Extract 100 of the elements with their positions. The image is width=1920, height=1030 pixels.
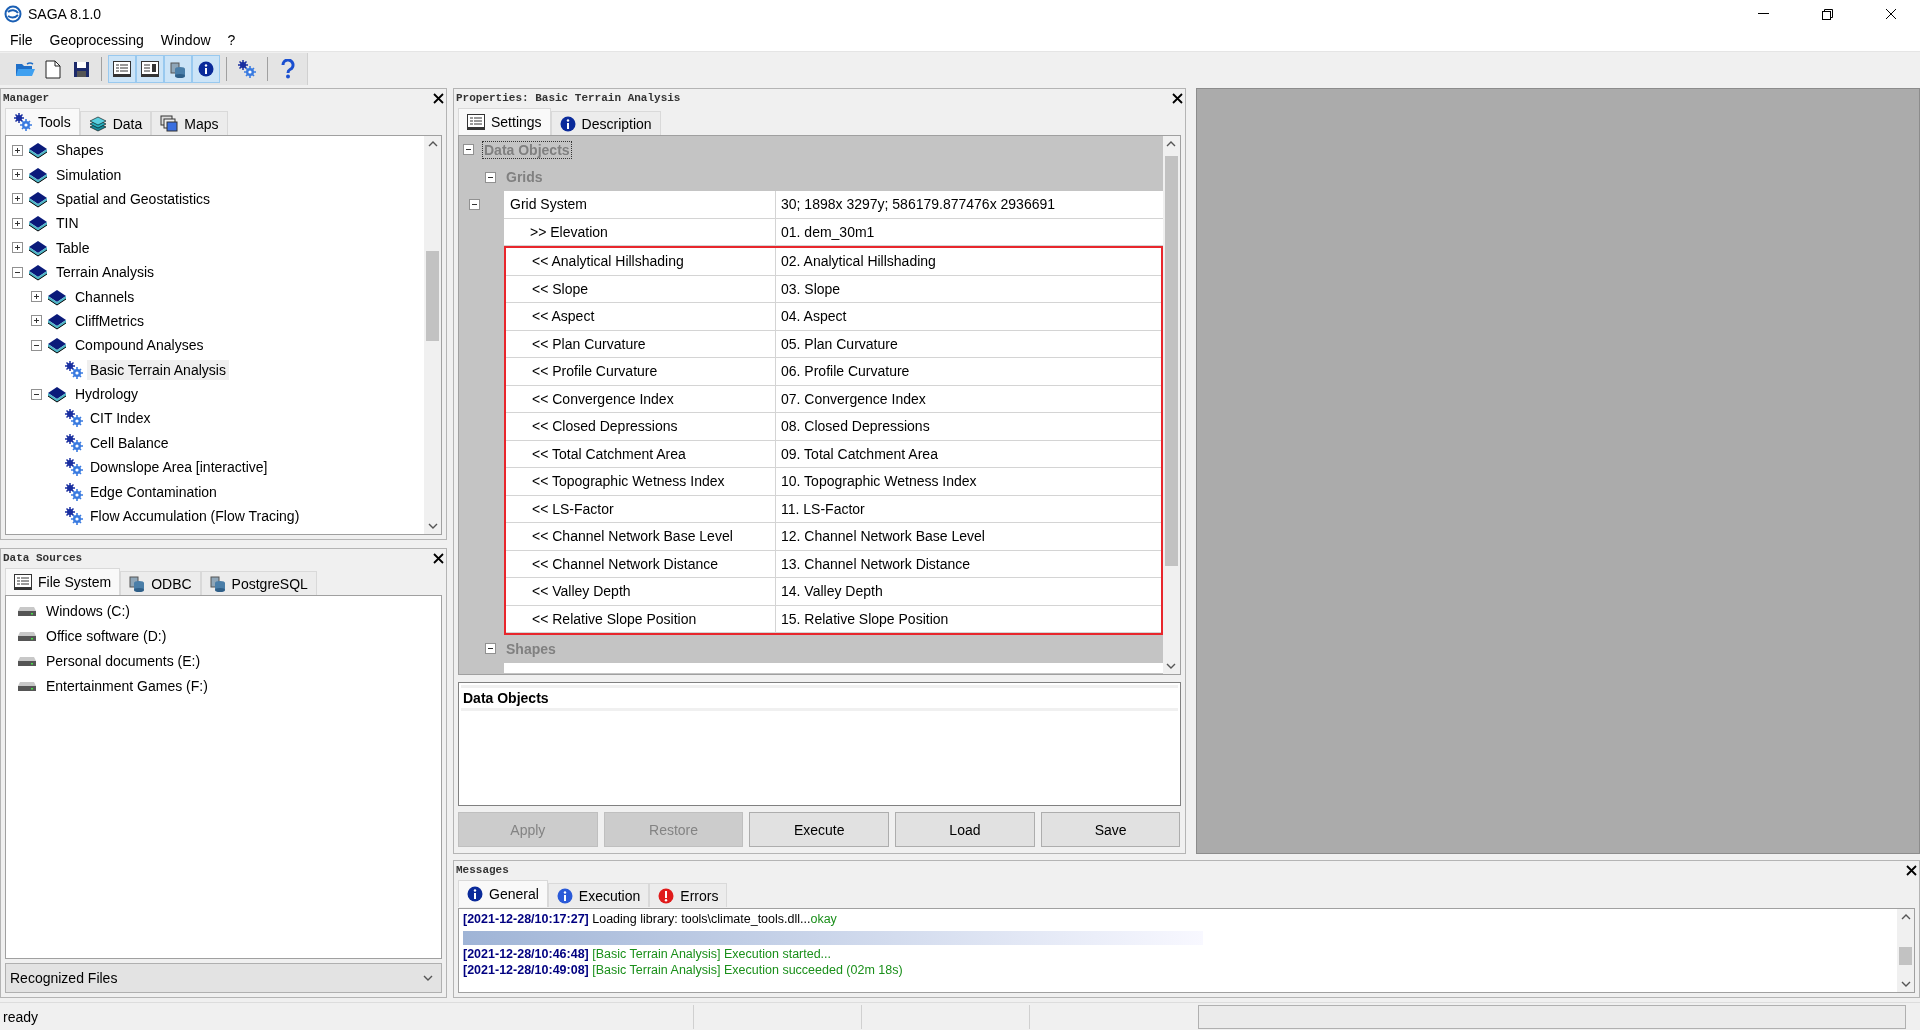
chevron-up-icon[interactable] (1900, 913, 1911, 920)
property-value[interactable]: 13. Channel Network Distance (776, 550, 1161, 578)
scroll-thumb[interactable] (1899, 947, 1912, 965)
property-value[interactable]: 01. dem_30m1 (776, 218, 1163, 246)
scrollbar[interactable] (1162, 136, 1180, 674)
tree-item[interactable]: TIN (53, 213, 82, 234)
property-value[interactable]: 04. Aspect (776, 303, 1161, 331)
tree-item[interactable]: Shapes (53, 140, 107, 161)
tab[interactable]: Description (550, 111, 661, 135)
drive-item[interactable]: Entertainment Games (F:) (46, 677, 208, 694)
close-icon[interactable] (1885, 8, 1897, 20)
tab[interactable]: File System (5, 568, 121, 595)
minus-icon[interactable] (31, 388, 42, 400)
property-value[interactable]: 12. Channel Network Base Level (776, 523, 1161, 551)
tree-item[interactable]: Basic Terrain Analysis (87, 359, 229, 380)
filter-dropdown[interactable]: Recognized Files (5, 963, 442, 993)
minimize-icon[interactable] (1757, 13, 1769, 15)
scrollbar[interactable] (1897, 909, 1914, 992)
property-value[interactable]: 14. Valley Depth (776, 578, 1161, 606)
tree-item[interactable]: Hydrology (72, 384, 142, 405)
drive-item[interactable]: Personal documents (E:) (46, 652, 201, 669)
info-icon (559, 115, 576, 132)
toolbar-button[interactable] (136, 55, 164, 83)
tab[interactable]: Settings (458, 108, 551, 135)
scroll-thumb[interactable] (426, 251, 439, 341)
tree-item[interactable]: Edge Contamination (87, 481, 220, 502)
menu-item[interactable]: ? (217, 27, 243, 52)
action-button[interactable]: Execute (749, 812, 890, 847)
chevron-up-icon[interactable] (1166, 140, 1176, 147)
tab[interactable]: Execution (547, 883, 650, 907)
tree-item[interactable]: Simulation (53, 164, 125, 185)
tree-item[interactable]: Compound Analyses (72, 335, 207, 356)
tree-item[interactable]: Flow Accumulation (Flow Tracing) (87, 506, 303, 527)
tree-item[interactable]: Table (53, 237, 93, 258)
tab[interactable]: Data (79, 111, 152, 135)
property-name: << Convergence Index (506, 385, 776, 413)
menu-item[interactable]: Window (150, 27, 218, 52)
property-value[interactable]: 30; 1898x 3297y; 586179.877476x 2936691 (776, 191, 1163, 219)
tab[interactable]: PostgreSQL (200, 571, 317, 595)
menu-item[interactable]: File (0, 27, 40, 52)
plus-icon[interactable] (12, 169, 23, 181)
property-value[interactable]: 02. Analytical Hillshading (776, 248, 1161, 276)
minus-icon[interactable] (31, 339, 42, 351)
property-value[interactable]: 09. Total Catchment Area (776, 440, 1161, 468)
plus-icon[interactable] (12, 217, 23, 229)
tab[interactable]: Maps (151, 111, 228, 135)
panel-title: Properties: Basic Terrain Analysis (456, 92, 681, 104)
close-icon[interactable] (1906, 864, 1917, 876)
tab[interactable]: Errors (649, 883, 728, 907)
book-icon (27, 165, 49, 184)
plus-icon[interactable] (31, 291, 42, 303)
tree-item[interactable]: Downslope Area [interactive] (87, 457, 271, 478)
scrollbar[interactable] (424, 136, 441, 534)
chevron-down-icon[interactable] (423, 974, 433, 982)
plus-icon[interactable] (31, 315, 42, 327)
restore-icon[interactable] (1821, 8, 1833, 20)
minus-icon[interactable] (485, 171, 496, 183)
description-title: Data Objects (461, 685, 1178, 711)
close-icon[interactable] (1171, 92, 1183, 104)
tree-item[interactable]: CIT Index (87, 408, 154, 429)
tab[interactable]: General (458, 880, 548, 907)
tree-item[interactable]: Channels (72, 286, 138, 307)
toolbar-button[interactable] (108, 55, 136, 83)
book-icon (46, 336, 68, 355)
tab[interactable]: Tools (5, 108, 80, 135)
property-value[interactable]: 11. LS-Factor (776, 495, 1161, 523)
close-icon[interactable] (433, 552, 444, 564)
minus-icon[interactable] (469, 199, 480, 211)
property-value[interactable]: 06. Profile Curvature (776, 358, 1161, 386)
tree-item[interactable]: Cell Balance (87, 432, 172, 453)
tree-item[interactable]: Spatial and Geostatistics (53, 188, 214, 209)
property-value[interactable]: 10. Topographic Wetness Index (776, 468, 1161, 496)
plus-icon[interactable] (12, 144, 23, 156)
tab[interactable]: ODBC (120, 571, 201, 595)
chevron-up-icon[interactable] (427, 140, 438, 147)
chevron-down-icon[interactable] (427, 523, 438, 530)
menu-item[interactable]: Geoprocessing (39, 27, 151, 52)
action-button[interactable]: Save (1040, 812, 1181, 847)
drive-item[interactable]: Office software (D:) (46, 627, 167, 644)
plus-icon[interactable] (12, 242, 23, 254)
chevron-down-icon[interactable] (1166, 663, 1176, 670)
action-button[interactable]: Load (895, 812, 1035, 847)
property-value[interactable]: 05. Plan Curvature (776, 330, 1161, 358)
scroll-thumb[interactable] (1164, 156, 1178, 566)
property-value[interactable]: 15. Relative Slope Position (776, 605, 1161, 633)
minus-icon[interactable] (12, 266, 23, 278)
minus-icon[interactable] (485, 643, 496, 655)
drive-item[interactable]: Windows (C:) (46, 602, 130, 619)
list-window-icon (14, 574, 32, 590)
property-value[interactable]: 08. Closed Depressions (776, 413, 1161, 441)
tree-item[interactable]: Terrain Analysis (53, 262, 158, 283)
property-value[interactable]: 07. Convergence Index (776, 385, 1161, 413)
close-icon[interactable] (433, 92, 444, 104)
tree-item[interactable]: CliffMetrics (72, 310, 147, 331)
plus-icon[interactable] (12, 193, 23, 205)
property-value[interactable]: 03. Slope (776, 275, 1161, 303)
chevron-down-icon[interactable] (1900, 981, 1911, 988)
book-icon (27, 263, 49, 282)
minus-icon[interactable] (463, 144, 474, 156)
toolbar-button[interactable] (192, 55, 220, 83)
